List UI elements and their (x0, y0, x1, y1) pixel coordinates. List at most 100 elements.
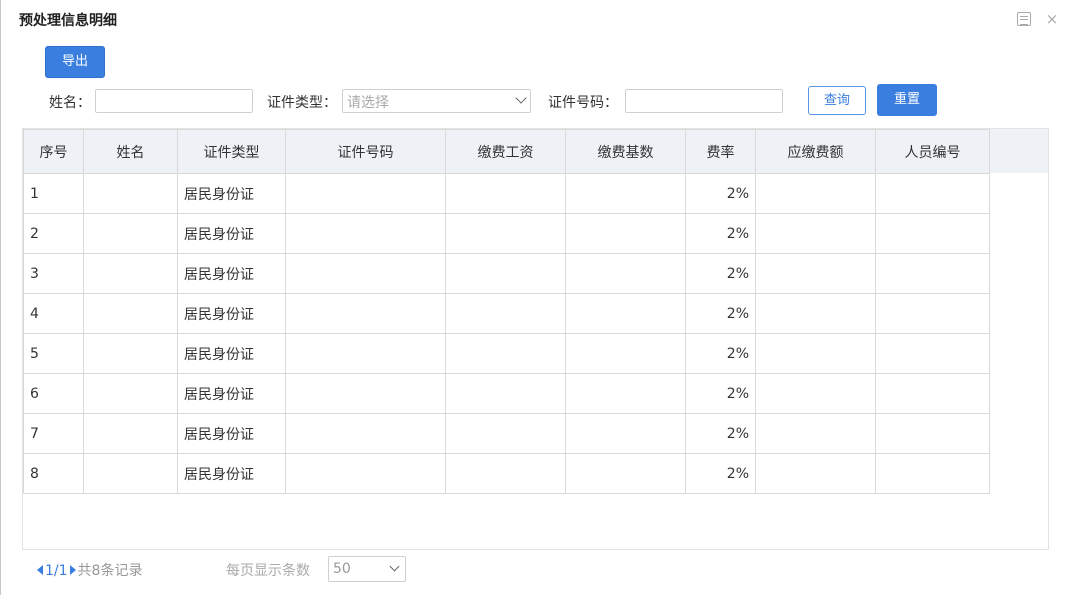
table-header-row: 序号 姓名 证件类型 证件号码 缴费工资 缴费基数 费率 应缴费额 人员编号 (23, 129, 990, 174)
cell-person-id (875, 333, 990, 374)
cell-payment-base (565, 253, 686, 294)
cell-amount-due (755, 333, 876, 374)
table-row[interactable]: 4 居民身份证 2% (23, 293, 990, 334)
cell-rate: 2% (685, 173, 756, 214)
column-header-payment-wage[interactable]: 缴费工资 (445, 129, 566, 174)
name-input[interactable] (95, 89, 253, 113)
cell-amount-due (755, 173, 876, 214)
cell-person-id (875, 413, 990, 454)
data-grid: 序号 姓名 证件类型 证件号码 缴费工资 缴费基数 费率 应缴费额 人员编号 1… (22, 128, 1049, 550)
record-count: 共8条记录 (77, 563, 143, 579)
next-page-icon[interactable] (69, 565, 76, 575)
detail-dialog: 预处理信息明细 × 导出 姓名： 证件类型： 请选择 证件号码： 查询 重置 序… (0, 0, 1068, 595)
cell-index: 8 (23, 453, 84, 494)
chevron-down-icon (515, 92, 527, 104)
cell-amount-due (755, 293, 876, 334)
reset-button[interactable]: 重置 (877, 84, 937, 116)
cell-id-number (285, 453, 446, 494)
cell-payment-wage (445, 173, 566, 214)
cell-payment-base (565, 293, 686, 334)
cell-payment-wage (445, 213, 566, 254)
column-header-index[interactable]: 序号 (23, 129, 84, 174)
cell-id-number (285, 413, 446, 454)
cell-rate: 2% (685, 213, 756, 254)
table-row[interactable]: 7 居民身份证 2% (23, 413, 990, 454)
table-row[interactable]: 3 居民身份证 2% (23, 253, 990, 294)
table-row[interactable]: 2 居民身份证 2% (23, 213, 990, 254)
cell-id-type: 居民身份证 (177, 173, 286, 214)
table-row[interactable]: 8 居民身份证 2% (23, 453, 990, 494)
cell-id-number (285, 173, 446, 214)
cell-name (83, 293, 178, 334)
cell-name (83, 333, 178, 374)
cell-id-number (285, 253, 446, 294)
id-number-input[interactable] (625, 89, 783, 113)
cell-payment-wage (445, 293, 566, 334)
column-header-rate[interactable]: 费率 (685, 129, 756, 174)
cell-id-type: 居民身份证 (177, 413, 286, 454)
column-header-payment-base[interactable]: 缴费基数 (565, 129, 686, 174)
cell-index: 7 (23, 413, 84, 454)
cell-index: 2 (23, 213, 84, 254)
cell-payment-wage (445, 373, 566, 414)
cell-amount-due (755, 413, 876, 454)
data-table: 序号 姓名 证件类型 证件号码 缴费工资 缴费基数 费率 应缴费额 人员编号 1… (23, 129, 990, 494)
cell-amount-due (755, 373, 876, 414)
page-size-select[interactable]: 50 (328, 556, 406, 582)
pagination: 1/1 共8条记录 (37, 560, 142, 580)
name-label: 姓名： (49, 95, 91, 111)
chevron-down-icon (389, 561, 400, 572)
cell-rate: 2% (685, 293, 756, 334)
cell-index: 5 (23, 333, 84, 374)
cell-id-number (285, 293, 446, 334)
cell-amount-due (755, 453, 876, 494)
id-type-placeholder: 请选择 (347, 95, 389, 111)
cell-id-type: 居民身份证 (177, 373, 286, 414)
cell-index: 3 (23, 253, 84, 294)
table-row[interactable]: 6 居民身份证 2% (23, 373, 990, 414)
cell-person-id (875, 213, 990, 254)
cell-name (83, 413, 178, 454)
cell-rate: 2% (685, 413, 756, 454)
cell-rate: 2% (685, 373, 756, 414)
cell-payment-base (565, 453, 686, 494)
cell-id-type: 居民身份证 (177, 293, 286, 334)
cell-person-id (875, 453, 990, 494)
cell-id-number (285, 333, 446, 374)
cell-payment-wage (445, 333, 566, 374)
column-header-id-number[interactable]: 证件号码 (285, 129, 446, 174)
cell-name (83, 173, 178, 214)
page-size-label: 每页显示条数 (226, 563, 310, 579)
cell-id-type: 居民身份证 (177, 253, 286, 294)
cell-id-type: 居民身份证 (177, 213, 286, 254)
cell-name (83, 253, 178, 294)
cell-payment-base (565, 373, 686, 414)
cell-payment-wage (445, 413, 566, 454)
table-row[interactable]: 5 居民身份证 2% (23, 333, 990, 374)
id-type-select[interactable]: 请选择 (342, 89, 531, 113)
maximize-icon[interactable] (1017, 12, 1031, 26)
column-header-name[interactable]: 姓名 (83, 129, 178, 174)
page-indicator: 1/1 (45, 563, 68, 579)
cell-rate: 2% (685, 333, 756, 374)
cell-id-number (285, 373, 446, 414)
cell-name (83, 373, 178, 414)
id-type-label: 证件类型： (267, 95, 337, 111)
cell-payment-base (565, 213, 686, 254)
dialog-title: 预处理信息明细 (19, 13, 117, 29)
export-button[interactable]: 导出 (45, 46, 105, 78)
column-header-id-type[interactable]: 证件类型 (177, 129, 286, 174)
cell-name (83, 453, 178, 494)
cell-name (83, 213, 178, 254)
column-header-person-id[interactable]: 人员编号 (875, 129, 990, 174)
query-button[interactable]: 查询 (808, 86, 866, 115)
table-row[interactable]: 1 居民身份证 2% (23, 173, 990, 214)
close-icon[interactable]: × (1045, 12, 1059, 27)
cell-id-number (285, 213, 446, 254)
column-header-amount-due[interactable]: 应缴费额 (755, 129, 876, 174)
id-number-label: 证件号码： (548, 95, 618, 111)
cell-person-id (875, 293, 990, 334)
previous-page-icon[interactable] (37, 565, 43, 575)
cell-rate: 2% (685, 453, 756, 494)
cell-payment-base (565, 413, 686, 454)
